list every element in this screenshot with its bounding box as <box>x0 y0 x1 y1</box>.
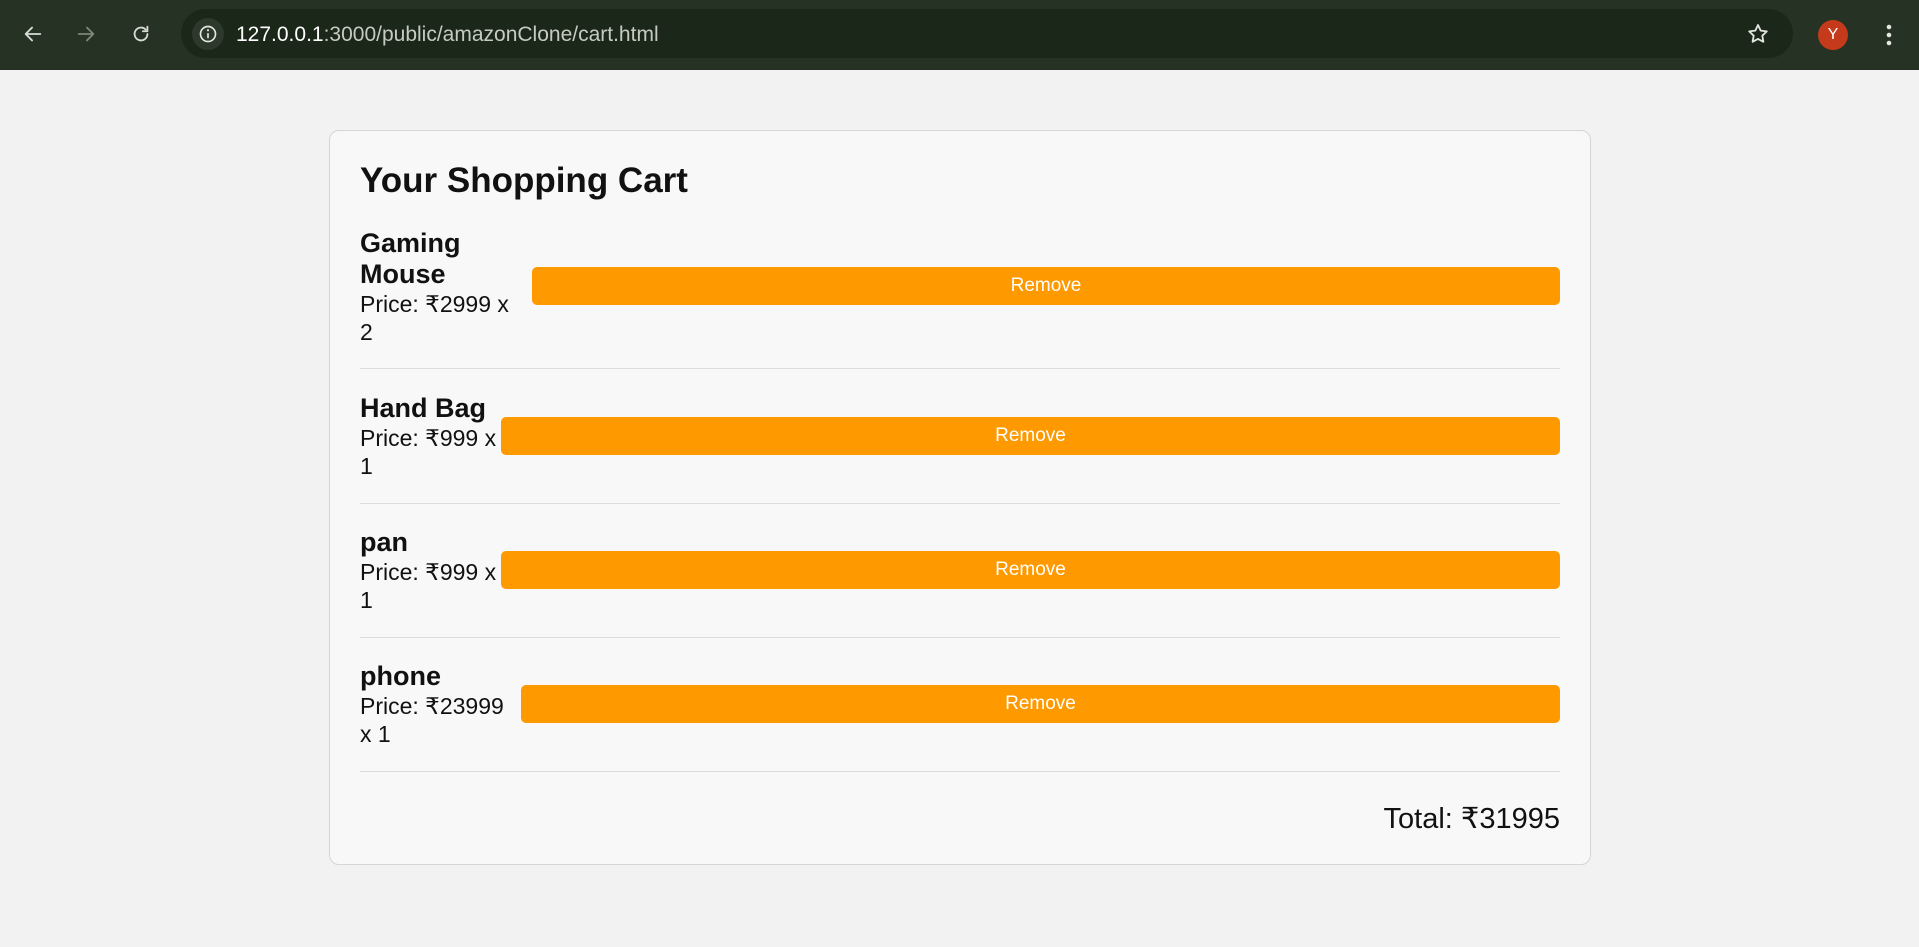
cart-item-price: Price: ₹2999 x 2 <box>360 290 509 346</box>
cart-item-price-line: 1 <box>360 453 373 479</box>
info-icon <box>199 25 217 43</box>
arrow-left-icon <box>24 26 42 42</box>
cart-item-name-line: Mouse <box>360 259 446 289</box>
arrow-right-icon <box>77 26 95 42</box>
remove-button[interactable]: Remove <box>521 685 1560 723</box>
bookmark-button[interactable] <box>1745 21 1771 47</box>
browser-menu-button[interactable] <box>1872 18 1906 52</box>
cart-item-name-line: pan <box>360 527 409 557</box>
back-button[interactable] <box>16 17 50 51</box>
cart-item-name: Gaming Mouse <box>360 228 509 290</box>
cart-item-name: Hand Bag <box>360 393 496 424</box>
cart-item-price-line: Price: ₹999 x <box>360 425 497 451</box>
cart-item: Gaming Mouse Price: ₹2999 x 2 Remove <box>360 228 1560 369</box>
cart-item-name: phone <box>360 661 504 692</box>
cart-total: Total: ₹31995 <box>1383 803 1560 835</box>
cart-item-info: pan Price: ₹999 x 1 <box>360 527 496 614</box>
url-host: 127.0.0.1 <box>236 23 324 46</box>
url-path: :3000/public/amazonClone/cart.html <box>323 23 659 46</box>
url-text[interactable]: 127.0.0.1:3000/public/amazonClone/cart.h… <box>236 23 659 47</box>
cart-item-price-line: Price: ₹999 x <box>360 559 497 585</box>
kebab-menu-icon <box>1886 24 1892 46</box>
cart-item: pan Price: ₹999 x 1 Remove <box>360 527 1560 638</box>
cart-item-name: pan <box>360 527 496 558</box>
cart-item-info: Hand Bag Price: ₹999 x 1 <box>360 393 496 480</box>
cart-item-price: Price: ₹999 x 1 <box>360 424 496 480</box>
browser-toolbar: 127.0.0.1:3000/public/amazonClone/cart.h… <box>0 0 1919 70</box>
cart-item: phone Price: ₹23999 x 1 Remove <box>360 661 1560 772</box>
address-bar[interactable]: 127.0.0.1:3000/public/amazonClone/cart.h… <box>181 9 1793 58</box>
reload-icon <box>133 25 149 42</box>
cart-item: Hand Bag Price: ₹999 x 1 Remove <box>360 393 1560 504</box>
cart-item-price-line: Price: ₹23999 <box>360 693 504 719</box>
star-icon <box>1748 24 1768 43</box>
remove-button[interactable]: Remove <box>501 417 1560 455</box>
cart-item-price-line: x 1 <box>360 721 391 747</box>
cart-item-info: Gaming Mouse Price: ₹2999 x 2 <box>360 228 509 346</box>
cart-item-price-line: Price: ₹2999 x <box>360 291 509 317</box>
cart-item-name-line: Hand Bag <box>360 393 487 423</box>
remove-button[interactable]: Remove <box>501 551 1560 589</box>
cart-item-price-line: 2 <box>360 319 373 345</box>
profile-avatar[interactable]: Y <box>1818 20 1848 50</box>
page-title: Your Shopping Cart <box>360 161 688 200</box>
remove-button[interactable]: Remove <box>532 267 1560 305</box>
cart-item-info: phone Price: ₹23999 x 1 <box>360 661 504 748</box>
cart-container: Your Shopping Cart Gaming Mouse Price: ₹… <box>329 130 1591 865</box>
cart-item-price: Price: ₹23999 x 1 <box>360 692 504 748</box>
cart-item-name-line: Gaming <box>360 228 461 258</box>
cart-item-price: Price: ₹999 x 1 <box>360 558 496 614</box>
cart-item-price-line: 1 <box>360 587 373 613</box>
site-info-button[interactable] <box>192 18 224 50</box>
cart-item-name-line: phone <box>360 661 441 691</box>
reload-button[interactable] <box>124 17 158 51</box>
forward-button[interactable] <box>69 17 103 51</box>
